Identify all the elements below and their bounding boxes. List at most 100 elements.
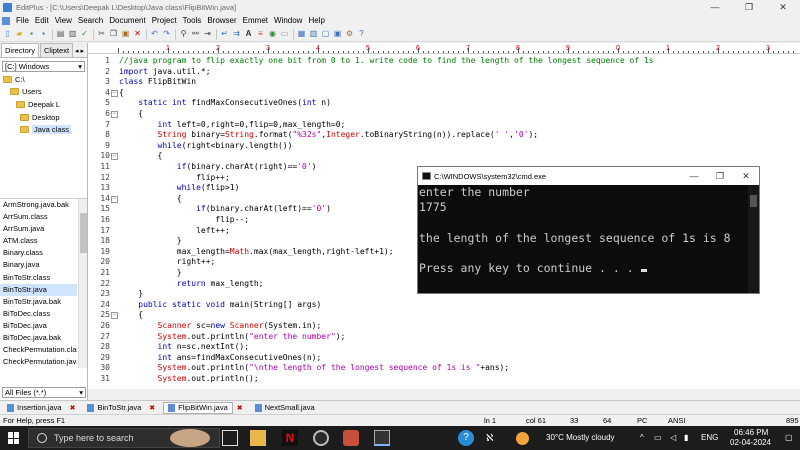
code-line[interactable]: int left=0,right=0,flip=0,max_length=0; bbox=[119, 120, 346, 131]
menu-file[interactable]: File bbox=[13, 16, 32, 25]
fold-toggle-icon[interactable]: − bbox=[111, 111, 118, 118]
code-line[interactable]: left++; bbox=[119, 226, 230, 237]
cmd-window[interactable]: C:\WINDOWS\system32\cmd.exe — ❐ ✕ enter … bbox=[417, 166, 760, 294]
code-line[interactable]: flip--; bbox=[119, 215, 249, 226]
browser-icon[interactable]: ◉ bbox=[267, 29, 278, 40]
minimize-button[interactable]: — bbox=[698, 0, 732, 14]
chevron-up-icon[interactable]: ^ bbox=[640, 433, 644, 442]
network-icon[interactable]: ▭ bbox=[654, 433, 662, 442]
file-list-item-selected[interactable]: BinToStr.java bbox=[0, 283, 77, 296]
code-line[interactable]: return max_length; bbox=[119, 279, 264, 290]
undo-icon[interactable]: ↶ bbox=[149, 29, 160, 40]
close-icon[interactable]: ✖ bbox=[149, 404, 155, 412]
code-line[interactable]: while(right<binary.length()) bbox=[119, 141, 293, 152]
battery-icon[interactable]: ▮ bbox=[684, 433, 688, 442]
doc-tab-flipbitwin[interactable]: FlipBitWin.java bbox=[163, 401, 233, 414]
code-line[interactable]: } bbox=[119, 236, 182, 247]
close-button[interactable]: ✕ bbox=[766, 0, 800, 14]
menu-browser[interactable]: Browser bbox=[204, 16, 239, 25]
tree-item-desktop[interactable]: Desktop bbox=[20, 112, 60, 123]
scrollbar-thumb[interactable] bbox=[750, 195, 757, 207]
file-list-item[interactable]: ArrSum.java bbox=[0, 223, 77, 235]
code-line[interactable]: } bbox=[119, 268, 182, 279]
fold-toggle-icon[interactable]: − bbox=[111, 89, 118, 97]
file-list-item[interactable]: BiToDec.java bbox=[0, 320, 77, 332]
doc-tab-nextsmall[interactable]: NextSmall.java bbox=[251, 402, 319, 414]
clip-icon[interactable]: ▭ bbox=[279, 29, 290, 40]
menu-emmet[interactable]: Emmet bbox=[240, 16, 271, 25]
html-icon[interactable]: ≡ bbox=[255, 29, 266, 40]
code-line[interactable]: { bbox=[119, 88, 124, 99]
file-list-item[interactable]: BiToDec.java.bak bbox=[0, 332, 77, 344]
code-line[interactable]: String binary=String.format("%32s",Integ… bbox=[119, 130, 539, 141]
file-list-item[interactable]: Binary.java bbox=[0, 259, 77, 271]
search-highlight-icon[interactable] bbox=[170, 429, 210, 447]
code-line[interactable]: Scanner sc=new Scanner(System.in); bbox=[119, 321, 322, 332]
doc-tab-bintostr[interactable]: BinToStr.java bbox=[83, 402, 145, 414]
goto-icon[interactable]: ⇥ bbox=[202, 29, 213, 40]
code-line[interactable]: int ans=findMaxConsecutiveOnes(n); bbox=[119, 353, 322, 364]
tree-item-java-class[interactable]: Java class bbox=[20, 124, 72, 135]
cmd-close-button[interactable]: ✕ bbox=[733, 167, 759, 185]
code-line[interactable]: static int findMaxConsecutiveOnes(int n) bbox=[119, 98, 331, 109]
save-icon[interactable]: ▪ bbox=[26, 29, 37, 40]
code-line[interactable]: { bbox=[119, 194, 182, 205]
cmd-maximize-button[interactable]: ❐ bbox=[707, 167, 733, 185]
panel-scroll-right-icon[interactable]: ▸ bbox=[81, 47, 85, 57]
cmd-title-bar[interactable]: C:\WINDOWS\system32\cmd.exe — ❐ ✕ bbox=[418, 167, 759, 185]
weather-text[interactable]: 30°C Mostly cloudy bbox=[546, 433, 615, 442]
cut-icon[interactable]: ✂ bbox=[96, 29, 107, 40]
clock-time[interactable]: 06:46 PM bbox=[734, 428, 768, 437]
volume-icon[interactable]: ◁ bbox=[670, 433, 676, 442]
drive-select[interactable]: [C:] Windows ▾ bbox=[2, 61, 85, 72]
code-line[interactable]: while(flip>1) bbox=[119, 183, 240, 194]
weather-icon[interactable] bbox=[516, 432, 529, 445]
code-line[interactable]: flip++; bbox=[119, 173, 230, 184]
copy-icon[interactable]: ❐ bbox=[108, 29, 119, 40]
cmd-taskbar-icon[interactable] bbox=[374, 430, 390, 446]
code-line[interactable]: { bbox=[119, 151, 163, 162]
close-icon[interactable]: ✖ bbox=[237, 404, 243, 412]
tree-item-users[interactable]: Users bbox=[10, 86, 42, 97]
code-line[interactable]: import java.util.*; bbox=[119, 67, 211, 78]
file-list-item[interactable]: BiToDec.class bbox=[0, 308, 77, 320]
tab-directory[interactable]: Directory bbox=[1, 43, 40, 57]
code-line[interactable]: System.out.println("enter the number"); bbox=[119, 332, 346, 343]
file-list-item[interactable]: ArrSum.class bbox=[0, 211, 77, 223]
scrollbar-thumb[interactable] bbox=[80, 213, 87, 253]
code-line[interactable]: } bbox=[119, 289, 143, 300]
doc-tab-close[interactable]: ✖ bbox=[66, 402, 84, 414]
save-all-icon[interactable]: ▪ bbox=[38, 29, 49, 40]
code-line[interactable]: public static void main(String[] args) bbox=[119, 300, 321, 311]
cmd-minimize-button[interactable]: — bbox=[681, 167, 707, 185]
tips-icon[interactable]: ℵ bbox=[486, 433, 493, 444]
cmd-output[interactable]: enter the number 1775 the length of the … bbox=[418, 185, 749, 293]
file-list-item[interactable]: BinToStr.class bbox=[0, 272, 77, 284]
fold-toggle-icon[interactable]: − bbox=[111, 312, 118, 320]
fullscreen-icon[interactable]: ▣ bbox=[332, 29, 343, 40]
tool-icon[interactable]: ⚙ bbox=[344, 29, 355, 40]
file-list-item[interactable]: CheckPermutation.java bbox=[0, 356, 77, 368]
window-icon[interactable]: ▢ bbox=[320, 29, 331, 40]
code-line[interactable]: int n=sc.nextInt(); bbox=[119, 342, 250, 353]
cmd-scrollbar[interactable] bbox=[748, 185, 759, 293]
menu-edit[interactable]: Edit bbox=[32, 16, 52, 25]
help-circle-icon[interactable]: ? bbox=[458, 430, 474, 446]
menu-tools[interactable]: Tools bbox=[180, 16, 205, 25]
menu-view[interactable]: View bbox=[52, 16, 75, 25]
help-icon[interactable]: ? bbox=[356, 29, 367, 40]
spell-check-icon[interactable]: ✓ bbox=[79, 29, 90, 40]
panel-scroll-left-icon[interactable]: ◂ bbox=[75, 47, 79, 57]
close-icon[interactable]: ✖ bbox=[70, 404, 76, 412]
tree-item-deepak[interactable]: Deepak L bbox=[16, 99, 60, 110]
fold-toggle-icon[interactable]: − bbox=[111, 195, 118, 203]
code-line[interactable]: max_length=Math.max(max_length,right-lef… bbox=[119, 247, 394, 258]
file-list-item[interactable]: CheckPermutation.clas bbox=[0, 344, 77, 356]
file-list-item[interactable]: ArmStrong.java.bak bbox=[0, 199, 77, 211]
layout-icon[interactable]: ▦ bbox=[296, 29, 307, 40]
menu-help[interactable]: Help bbox=[305, 16, 327, 25]
redo-icon[interactable]: ↷ bbox=[161, 29, 172, 40]
task-view-icon[interactable] bbox=[222, 430, 238, 446]
file-list-item[interactable]: ATM.class bbox=[0, 235, 77, 247]
code-line[interactable]: if(binary.charAt(right)=='0') bbox=[119, 162, 317, 173]
